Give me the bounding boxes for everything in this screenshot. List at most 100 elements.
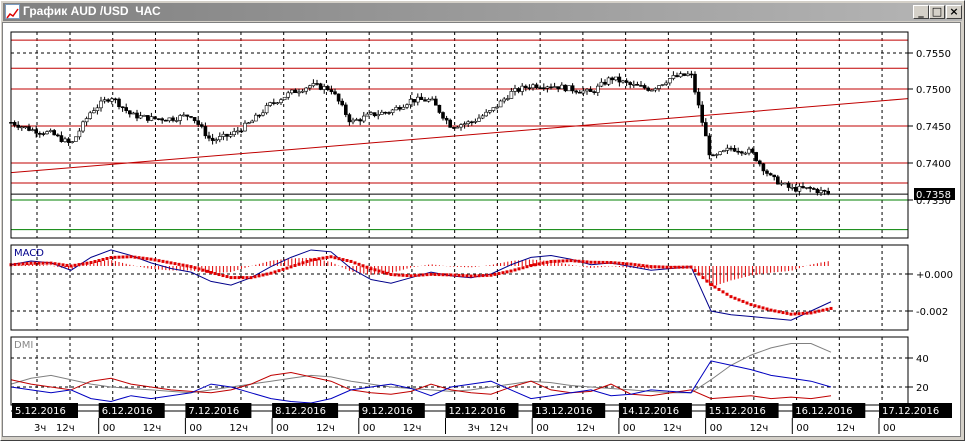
candle-body — [768, 173, 773, 176]
signal-dot — [749, 303, 753, 307]
signal-dot — [689, 265, 693, 269]
signal-dot — [681, 265, 685, 269]
candle-body — [660, 84, 665, 86]
signal-dot — [777, 310, 781, 314]
candle-body — [624, 80, 629, 83]
date-label: 13.12.2016 — [535, 406, 592, 417]
date-label: 17.12.2016 — [882, 406, 939, 417]
signal-dot — [525, 265, 529, 269]
candle-body — [369, 112, 373, 115]
signal-dot — [281, 267, 285, 271]
candle-body — [340, 100, 345, 106]
candle-body — [819, 189, 823, 193]
signal-dot — [825, 307, 829, 311]
y-tick-label: 0.7500 — [916, 85, 951, 96]
candle-body — [556, 86, 561, 90]
signal-dot — [229, 276, 233, 280]
signal-dot — [193, 266, 197, 270]
candle-body — [311, 83, 316, 87]
signal-dot — [665, 265, 669, 269]
chart-canvas[interactable]: 0.7550 0.7500 0.7450 0.7400 0.7350 0.735… — [0, 0, 965, 441]
signal-dot — [585, 260, 589, 264]
signal-dot — [677, 265, 681, 269]
signal-dot — [509, 269, 513, 273]
signal-dot — [469, 274, 473, 278]
signal-dot — [461, 274, 465, 278]
signal-dot — [233, 276, 237, 280]
signal-dot — [105, 257, 109, 261]
candle-body — [289, 89, 294, 94]
signal-dot — [61, 263, 65, 267]
candle-body — [210, 137, 215, 141]
signal-dot — [381, 270, 385, 274]
candle-body — [563, 84, 568, 92]
signal-dot — [609, 261, 613, 265]
candle-body — [232, 131, 236, 135]
candle-body — [365, 113, 370, 117]
signal-dot — [517, 267, 521, 271]
signal-dot — [357, 262, 361, 266]
candle-body — [649, 89, 654, 92]
candle-body — [462, 123, 467, 126]
candle-body — [685, 73, 690, 76]
candle-body — [729, 147, 733, 150]
signal-dot — [29, 261, 33, 265]
signal-dot — [173, 262, 177, 266]
candle-body — [70, 141, 74, 143]
candle-body — [383, 111, 388, 114]
candle-body — [477, 117, 481, 122]
candle-body — [106, 99, 110, 102]
candle-body — [387, 112, 391, 114]
candle-body — [786, 182, 791, 188]
signal-dot — [489, 273, 493, 277]
signal-dot — [97, 259, 101, 263]
candle-body — [617, 76, 622, 83]
signal-dot — [177, 262, 181, 266]
signal-dot — [317, 257, 321, 261]
signal-dot — [125, 255, 129, 259]
signal-dot — [21, 262, 25, 266]
trend-line — [10, 98, 909, 174]
candle-body — [41, 133, 46, 135]
signal-dot — [305, 259, 309, 263]
candle-body — [254, 114, 258, 122]
candle-body — [441, 112, 445, 119]
date-label: 7.12.2016 — [188, 406, 239, 417]
candle-body — [595, 85, 600, 93]
signal-dot — [633, 263, 637, 267]
signal-dot — [529, 264, 533, 268]
candle-body — [218, 136, 222, 141]
signal-dot — [601, 260, 605, 264]
candle-body — [178, 115, 182, 121]
signal-dot — [265, 272, 269, 276]
signal-dot — [209, 271, 213, 275]
signal-dot — [657, 265, 661, 269]
candle-body — [192, 117, 197, 122]
signal-dot — [365, 265, 369, 269]
signal-dot — [729, 295, 733, 299]
signal-dot — [325, 255, 329, 259]
candle-body — [801, 186, 805, 189]
date-label: 14.12.2016 — [622, 406, 679, 417]
signal-dot — [549, 260, 553, 264]
candle-body — [351, 119, 355, 123]
candle-body — [642, 85, 647, 89]
macd-tick-label: -0.002 — [916, 307, 948, 318]
candle-body — [343, 104, 348, 115]
candle-body — [131, 112, 136, 115]
candle-body — [52, 130, 57, 136]
date-label: 6.12.2016 — [102, 406, 153, 417]
hour-label: 00 — [796, 423, 809, 434]
y-tick-label: 0.7400 — [916, 159, 951, 170]
candle-body — [271, 102, 276, 104]
macd-title: MACD — [14, 248, 44, 259]
signal-dot — [561, 259, 565, 263]
candle-body — [149, 116, 154, 121]
candle-body — [628, 82, 633, 85]
candle-body — [95, 107, 100, 111]
signal-dot — [25, 262, 29, 266]
hour-label: 00 — [103, 423, 116, 434]
y-tick-label: 0.7550 — [916, 49, 951, 60]
candle-body — [581, 90, 586, 94]
candle-body — [603, 81, 607, 85]
